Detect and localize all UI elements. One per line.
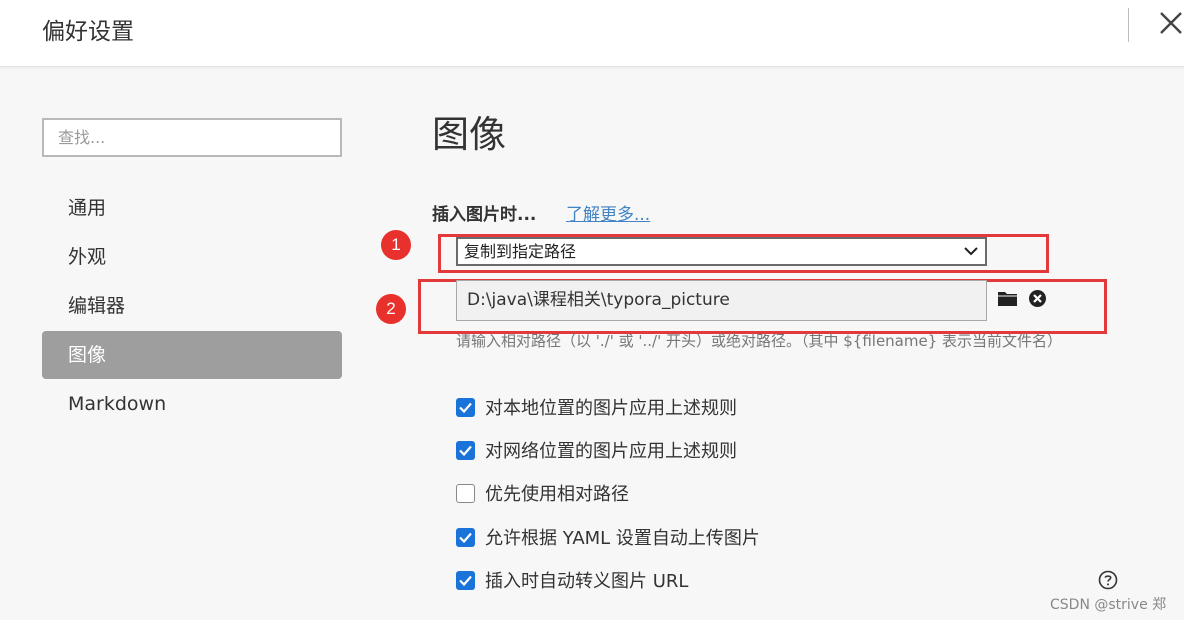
checkbox-label: 插入时自动转义图片 URL bbox=[485, 571, 689, 592]
help-button[interactable] bbox=[1098, 570, 1118, 590]
sidebar-item-markdown[interactable]: Markdown bbox=[42, 380, 342, 428]
sidebar-item-image[interactable]: 图像 bbox=[42, 331, 342, 379]
chevron-down-icon bbox=[964, 247, 978, 256]
clear-circle-icon bbox=[1029, 290, 1046, 307]
checkbox-label: 对网络位置的图片应用上述规则 bbox=[485, 441, 737, 462]
checkbox-checked[interactable] bbox=[456, 440, 475, 460]
checkbox-local-images[interactable]: 对本地位置的图片应用上述规则 bbox=[456, 394, 737, 420]
check-icon bbox=[459, 402, 472, 413]
insert-action-select[interactable]: 复制到指定路径 bbox=[456, 237, 987, 266]
path-hint-text: 请输入相对路径（以 './' 或 '../' 开头）或绝对路径。（其中 ${fi… bbox=[456, 332, 1063, 350]
checkbox-escape-url[interactable]: 插入时自动转义图片 URL bbox=[456, 567, 688, 593]
checkbox-label: 允许根据 YAML 设置自动上传图片 bbox=[485, 528, 760, 549]
search-input[interactable] bbox=[42, 118, 342, 157]
learn-more-link[interactable]: 了解更多... bbox=[566, 200, 650, 225]
folder-icon bbox=[998, 292, 1017, 306]
checkbox-label: 对本地位置的图片应用上述规则 bbox=[485, 398, 737, 419]
close-button[interactable] bbox=[1158, 10, 1184, 40]
sidebar-item-general[interactable]: 通用 bbox=[42, 184, 342, 232]
image-path-input[interactable]: D:\java\课程相关\typora_picture bbox=[456, 280, 987, 321]
checkbox-unchecked[interactable] bbox=[456, 483, 475, 503]
annotation-marker-2: 2 bbox=[376, 294, 406, 324]
help-icon bbox=[1098, 570, 1118, 590]
annotation-marker-1: 1 bbox=[381, 230, 411, 260]
page-title: 图像 bbox=[432, 113, 506, 156]
check-icon bbox=[459, 445, 472, 456]
sidebar-item-editor[interactable]: 编辑器 bbox=[42, 282, 342, 330]
check-icon bbox=[459, 532, 472, 543]
insert-action-value: 复制到指定路径 bbox=[464, 242, 577, 261]
window-title: 偏好设置 bbox=[42, 19, 134, 45]
main-panel: 图像 插入图片时... 了解更多... 1 复制到指定路径 2 D:\java\… bbox=[376, 68, 1184, 620]
checkbox-checked[interactable] bbox=[456, 397, 475, 417]
clear-path-button[interactable] bbox=[1028, 289, 1047, 308]
checkbox-prefer-relative[interactable]: 优先使用相对路径 bbox=[456, 480, 629, 506]
checkbox-network-images[interactable]: 对网络位置的图片应用上述规则 bbox=[456, 437, 737, 463]
checkbox-checked[interactable] bbox=[456, 527, 475, 547]
checkbox-checked[interactable] bbox=[456, 570, 475, 590]
close-icon bbox=[1160, 12, 1182, 34]
check-icon bbox=[459, 575, 472, 586]
checkbox-label: 优先使用相对路径 bbox=[485, 484, 629, 505]
sidebar: 通用 外观 编辑器 图像 Markdown bbox=[0, 68, 380, 620]
insert-image-label: 插入图片时... bbox=[432, 205, 537, 225]
browse-folder-button[interactable] bbox=[997, 289, 1018, 309]
title-bar: 偏好设置 bbox=[0, 0, 1184, 67]
titlebar-divider bbox=[1128, 8, 1129, 42]
checkbox-yaml-upload[interactable]: 允许根据 YAML 设置自动上传图片 bbox=[456, 524, 760, 550]
sidebar-item-appearance[interactable]: 外观 bbox=[42, 233, 342, 281]
watermark: CSDN @strive 郑 bbox=[1050, 597, 1167, 613]
